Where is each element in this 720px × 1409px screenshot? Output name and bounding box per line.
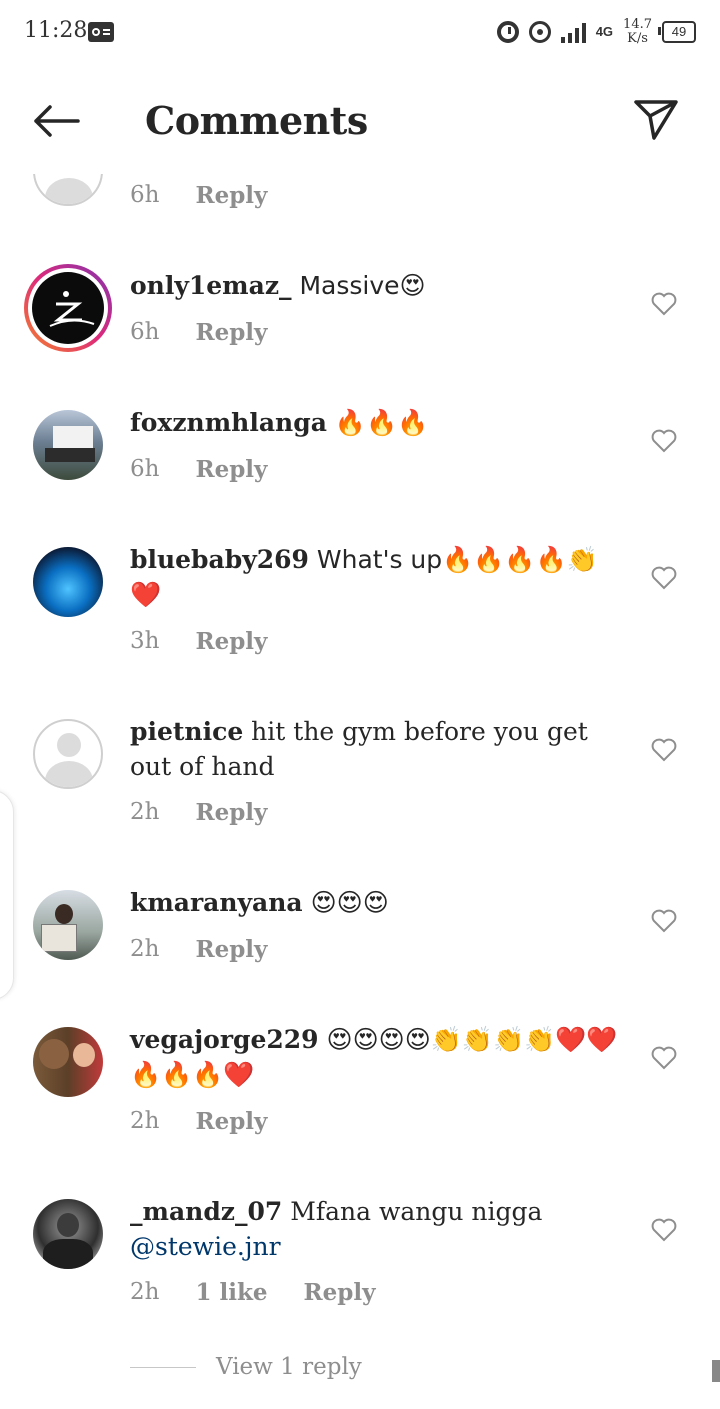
comment-username[interactable]: vegajorge229 <box>130 1025 319 1054</box>
avatar[interactable] <box>33 1199 103 1269</box>
reply-button[interactable]: Reply <box>195 628 267 655</box>
comment-username[interactable]: only1emaz_ <box>130 271 292 300</box>
comment-time: 6h <box>130 456 160 482</box>
comment-meta: 6h Reply <box>130 456 267 483</box>
heart-icon[interactable] <box>651 566 677 590</box>
comment-mention-link[interactable]: @stewie.jnr <box>130 1232 281 1261</box>
comment-time: 2h <box>130 936 160 962</box>
back-arrow-icon[interactable] <box>32 104 80 138</box>
comment-text: Massive😍 <box>291 271 426 300</box>
edge-panel-handle[interactable] <box>0 790 14 1000</box>
comment-username[interactable]: foxznmhlanga <box>130 408 327 437</box>
send-icon[interactable] <box>632 98 680 142</box>
comment-meta: 6h Reply <box>130 182 267 209</box>
comment-meta: 6h Reply <box>130 319 267 346</box>
view-replies-button[interactable]: View 1 reply <box>130 1354 362 1380</box>
view-replies-label: View 1 reply <box>216 1354 362 1380</box>
comment-body: bluebaby269 What's up🔥🔥🔥🔥👏❤️ <box>130 542 620 612</box>
likes-count[interactable]: 1 like <box>195 1279 267 1306</box>
heart-icon[interactable] <box>651 292 677 316</box>
avatar-story-ring[interactable] <box>24 264 112 352</box>
heart-icon[interactable] <box>651 1046 677 1070</box>
comment-body: kmaranyana 😍😍😍 <box>130 885 620 920</box>
page-title: Comments <box>145 98 368 143</box>
comment-username[interactable]: pietnice <box>130 717 243 746</box>
reply-button[interactable]: Reply <box>195 319 267 346</box>
reply-button[interactable]: Reply <box>195 182 267 209</box>
comment-text: 🔥🔥🔥 <box>326 408 429 437</box>
reply-button[interactable]: Reply <box>195 1108 267 1135</box>
comment-time: 6h <box>130 319 160 345</box>
comment-time: 2h <box>130 1279 160 1305</box>
comment-body: pietnice hit the gym before you get out … <box>130 714 620 784</box>
comment-meta: 2h Reply <box>130 936 267 963</box>
comment-text: Mfana wangu nigga <box>282 1197 543 1226</box>
avatar-logo <box>49 291 95 327</box>
avatar <box>32 272 104 344</box>
comment-meta: 2h Reply <box>130 799 267 826</box>
comment-meta: 3h Reply <box>130 628 267 655</box>
avatar[interactable] <box>33 410 103 480</box>
comment-body: vegajorge229 😍😍😍😍👏👏👏👏❤️❤️🔥🔥🔥❤️ <box>130 1022 620 1092</box>
avatar[interactable] <box>33 890 103 960</box>
scrollbar[interactable] <box>712 1360 720 1382</box>
comment-time: 2h <box>130 1108 160 1134</box>
reply-button[interactable]: Reply <box>195 936 267 963</box>
comment-username[interactable]: _mandz_07 <box>130 1197 282 1226</box>
comment-username[interactable]: bluebaby269 <box>130 545 309 574</box>
comment-meta: 2h 1 like Reply <box>130 1279 375 1306</box>
comment-time: 2h <box>130 799 160 825</box>
reply-button[interactable]: Reply <box>195 799 267 826</box>
comment-meta: 2h Reply <box>130 1108 267 1135</box>
avatar[interactable] <box>33 1027 103 1097</box>
heart-icon[interactable] <box>651 738 677 762</box>
comment-body: foxznmhlanga 🔥🔥🔥 <box>130 405 620 440</box>
view-replies-divider <box>130 1366 196 1368</box>
reply-button[interactable]: Reply <box>195 456 267 483</box>
heart-icon[interactable] <box>651 909 677 933</box>
comment-username[interactable]: kmaranyana <box>130 888 303 917</box>
comment-time: 6h <box>130 182 160 208</box>
comment-body: only1emaz_ Massive😍 <box>130 268 620 303</box>
comment-body: _mandz_07 Mfana wangu nigga @stewie.jnr <box>130 1194 620 1264</box>
comment-time: 3h <box>130 628 160 654</box>
comments-list: 6h Reply only1emaz_ Massive😍 6h Reply fo… <box>0 0 720 1409</box>
heart-icon[interactable] <box>651 1218 677 1242</box>
reply-button[interactable]: Reply <box>304 1279 376 1306</box>
heart-icon[interactable] <box>651 429 677 453</box>
avatar[interactable] <box>33 719 103 789</box>
avatar[interactable] <box>33 547 103 617</box>
comment-text: 😍😍😍 <box>302 888 389 917</box>
